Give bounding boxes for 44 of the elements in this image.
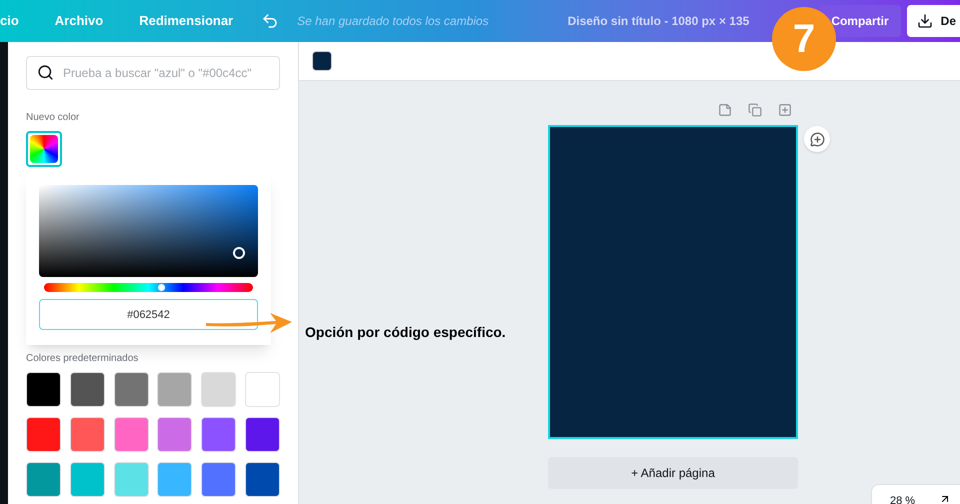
hex-input[interactable]: #062542: [39, 299, 258, 330]
comment-button[interactable]: [804, 126, 830, 152]
design-page[interactable]: [548, 125, 798, 439]
zoom-control[interactable]: 28 %: [871, 484, 960, 504]
hue-slider[interactable]: [44, 283, 253, 292]
color-swatch[interactable]: [157, 372, 192, 407]
undo-icon[interactable]: [261, 12, 280, 30]
color-swatch[interactable]: [157, 462, 192, 497]
color-swatch[interactable]: [114, 417, 149, 452]
color-swatch[interactable]: [157, 417, 192, 452]
color-swatch[interactable]: [26, 417, 61, 452]
color-swatch[interactable]: [312, 51, 332, 71]
saturation-area[interactable]: [39, 185, 258, 277]
add-page-icon[interactable]: [778, 103, 792, 117]
search-icon: [37, 64, 54, 81]
color-swatch[interactable]: [114, 372, 149, 407]
color-swatch[interactable]: [201, 417, 236, 452]
color-swatch[interactable]: [201, 372, 236, 407]
copy-icon[interactable]: [748, 103, 762, 117]
color-swatch[interactable]: [114, 462, 149, 497]
color-swatch[interactable]: [245, 372, 280, 407]
section-heading: Colores predeterminados: [26, 352, 140, 366]
color-swatch[interactable]: [201, 462, 236, 497]
add-page-button[interactable]: + Añadir página: [548, 457, 798, 489]
zoom-level: 28 %: [890, 494, 916, 504]
design-title: Diseño sin título - 1080 px × 135: [568, 13, 750, 30]
hue-handle[interactable]: [158, 284, 166, 291]
color-swatch[interactable]: [70, 417, 105, 452]
annotation-text: Opción por código específico.: [305, 323, 506, 342]
picker-handle[interactable]: [233, 247, 245, 259]
save-status: Se han guardado todos los cambios: [297, 13, 489, 30]
color-swatch[interactable]: [70, 462, 105, 497]
section-heading: Nuevo color: [26, 111, 80, 125]
color-swatch[interactable]: [26, 372, 61, 407]
color-swatch[interactable]: [26, 462, 61, 497]
comment-icon: [810, 132, 824, 146]
download-button[interactable]: De: [906, 5, 960, 37]
new-color-swatch[interactable]: [26, 131, 62, 167]
note-icon[interactable]: [718, 103, 732, 117]
search-field[interactable]: Prueba a buscar "azul" o "#00c4cc": [26, 56, 280, 90]
color-swatch[interactable]: [245, 462, 280, 497]
color-swatch[interactable]: [245, 417, 280, 452]
download-icon: [916, 13, 933, 29]
color-swatch[interactable]: [70, 372, 105, 407]
